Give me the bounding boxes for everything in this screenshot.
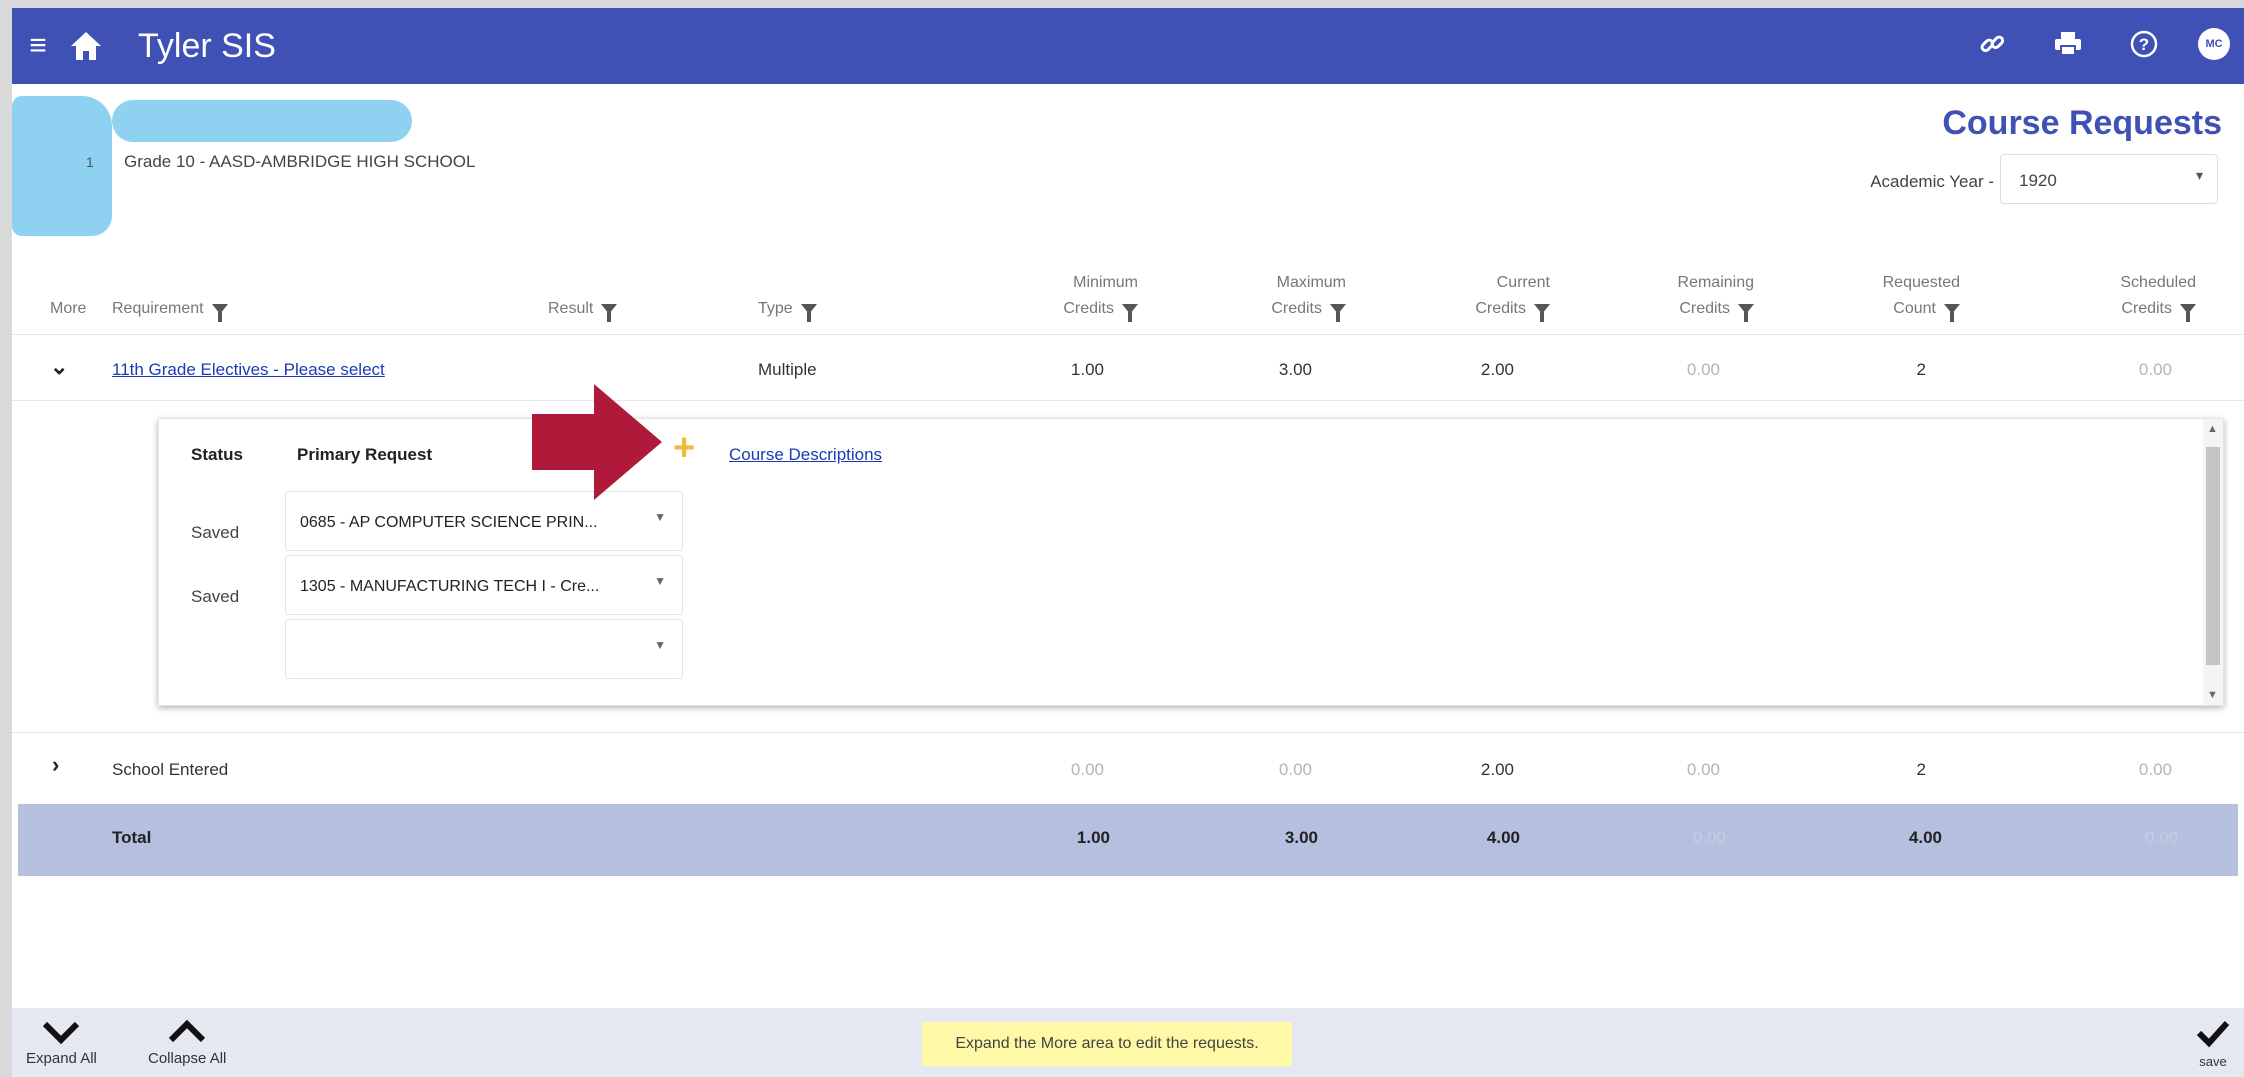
dropdown-caret-icon: ▼ <box>654 510 666 524</box>
filter-icon[interactable] <box>1738 304 1754 322</box>
scheduled-credits-cell: 0.00 <box>2138 760 2172 779</box>
course-descriptions-link[interactable]: Course Descriptions <box>729 445 882 465</box>
divider <box>12 400 2244 401</box>
collapse-all-label: Collapse All <box>148 1050 227 1067</box>
type-cell: Multiple <box>758 360 817 379</box>
header-requested-count: Requested Count <box>1882 274 1960 322</box>
total-scheduled-credits: 0.00 <box>2144 828 2178 847</box>
chevron-down-icon[interactable]: ⌄ <box>50 354 68 380</box>
header-requirement: Requirement <box>112 296 228 322</box>
dropdown-caret-icon: ▼ <box>654 574 666 588</box>
save-icon <box>2196 1016 2230 1054</box>
total-label: Total <box>112 828 152 847</box>
filter-icon[interactable] <box>2180 304 2196 322</box>
panel-scrollbar[interactable]: ▲ ▼ <box>2203 419 2223 705</box>
request-status: Saved <box>191 587 240 606</box>
menu-icon[interactable]: ≡ <box>18 26 58 66</box>
requirement-link[interactable]: 11th Grade Electives - Please select <box>112 360 385 380</box>
current-credits-cell: 2.00 <box>1480 760 1514 779</box>
expand-all-button[interactable]: Expand All <box>26 1014 97 1067</box>
filter-icon[interactable] <box>800 304 817 322</box>
help-icon[interactable]: ? <box>2122 22 2166 66</box>
header-scheduled-credits: Scheduled Credits <box>2120 274 2196 322</box>
header-current-credits: Current Credits <box>1475 274 1550 322</box>
header-more: More <box>50 300 87 317</box>
expand-icon <box>26 1014 97 1050</box>
total-current-credits: 4.00 <box>1486 828 1520 847</box>
scrollbar-thumb[interactable] <box>2206 447 2220 665</box>
requirement-cell: School Entered <box>112 760 229 779</box>
primary-request-value: 0685 - AP COMPUTER SCIENCE PRIN... <box>300 514 598 531</box>
divider <box>12 334 2244 335</box>
print-icon[interactable] <box>2046 22 2090 66</box>
save-button[interactable]: save <box>2196 1016 2230 1069</box>
scroll-down-icon[interactable]: ▼ <box>2207 689 2218 701</box>
collapse-all-button[interactable]: Collapse All <box>148 1014 226 1067</box>
primary-request-header: Primary Request <box>297 445 433 464</box>
chevron-right-icon[interactable]: › <box>52 752 59 778</box>
save-label: save <box>2199 1054 2227 1069</box>
requested-count-cell: 2 <box>1916 760 1926 779</box>
requests-panel: Status Primary Request + Course Descript… <box>158 418 2224 706</box>
scroll-up-icon[interactable]: ▲ <box>2207 423 2218 435</box>
user-avatar[interactable]: MC <box>2198 28 2230 60</box>
scheduled-credits-cell: 0.00 <box>2138 360 2172 379</box>
annotation-arrow-icon <box>532 384 662 500</box>
requested-count-cell: 2 <box>1916 360 1926 379</box>
home-icon[interactable] <box>64 24 108 68</box>
academic-year-label: Academic Year - <box>1870 172 1994 191</box>
filter-icon[interactable] <box>1330 304 1346 322</box>
min-credits-cell: 0.00 <box>1070 760 1104 779</box>
total-max-credits: 3.00 <box>1284 828 1318 847</box>
filter-icon[interactable] <box>1944 304 1960 322</box>
filter-icon[interactable] <box>601 304 618 322</box>
dropdown-caret-icon: ▾ <box>2195 167 2203 183</box>
top-right-actions: ? MC <box>1970 22 2230 66</box>
primary-request-value: 1305 - MANUFACTURING TECH I - Cre... <box>300 578 600 595</box>
academic-year-select[interactable]: 1920 ▾ <box>2000 154 2218 204</box>
max-credits-cell: 0.00 <box>1278 760 1312 779</box>
header-min-credits: Minimum Credits <box>1063 274 1138 322</box>
student-grade-school: Grade 10 - AASD-AMBRIDGE HIGH SCHOOL <box>124 152 476 171</box>
total-min-credits: 1.00 <box>1076 828 1110 847</box>
header-max-credits: Maximum Credits <box>1271 274 1346 322</box>
student-name <box>112 100 412 142</box>
divider <box>12 732 2244 733</box>
max-credits-cell: 3.00 <box>1278 360 1312 379</box>
expand-all-label: Expand All <box>26 1050 97 1067</box>
app-window: ≡ Tyler SIS ? MC 1 Grade 10 - AASD-AMBRI… <box>12 8 2244 1077</box>
total-row: Total 1.00 3.00 4.00 0.00 4.00 0.00 <box>18 804 2238 876</box>
filter-icon[interactable] <box>1122 304 1138 322</box>
status-header: Status <box>191 445 243 464</box>
page-title: Course Requests <box>1942 104 2222 142</box>
add-icon[interactable]: + <box>673 427 695 470</box>
filter-icon[interactable] <box>1534 304 1550 322</box>
header-type: Type <box>758 296 817 322</box>
academic-year-value: 1920 <box>2019 171 2057 190</box>
current-credits-cell: 2.00 <box>1480 360 1514 379</box>
app-title: Tyler SIS <box>138 26 276 65</box>
collapse-icon <box>148 1014 226 1050</box>
header-result: Result <box>548 296 618 322</box>
top-bar: ≡ Tyler SIS ? MC <box>12 8 2244 84</box>
min-credits-cell: 1.00 <box>1070 360 1104 379</box>
footer-bar: Expand All Collapse All Expand the More … <box>12 1008 2244 1077</box>
student-number: 1 <box>86 154 94 170</box>
student-photo <box>12 96 112 236</box>
total-requested-count: 4.00 <box>1908 828 1942 847</box>
filter-icon[interactable] <box>211 304 228 322</box>
primary-request-select[interactable]: 1305 - MANUFACTURING TECH I - Cre... ▼ <box>285 555 683 615</box>
remaining-credits-cell: 0.00 <box>1686 360 1720 379</box>
dropdown-caret-icon: ▼ <box>654 638 666 652</box>
primary-request-select-empty[interactable]: ▼ <box>285 619 683 679</box>
link-icon[interactable] <box>1970 22 2014 66</box>
remaining-credits-cell: 0.00 <box>1686 760 1720 779</box>
svg-text:?: ? <box>2139 35 2149 54</box>
request-status: Saved <box>191 523 240 542</box>
total-remaining-credits: 0.00 <box>1692 828 1726 847</box>
hint-message: Expand the More area to edit the request… <box>922 1022 1292 1066</box>
header-remaining-credits: Remaining Credits <box>1677 274 1754 322</box>
